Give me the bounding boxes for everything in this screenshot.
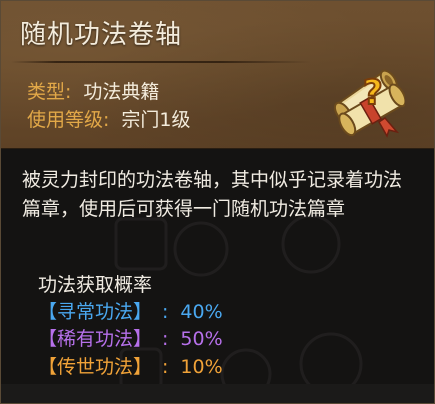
probability-row-rare: 【稀有功法】:50% bbox=[38, 324, 223, 351]
probability-label: 【传世功法】 bbox=[38, 356, 153, 378]
item-description: 被灵力封印的功法卷轴，其中似乎记录着功法篇章，使用后可获得一门随机功法篇章 bbox=[22, 169, 403, 220]
svg-text:?: ? bbox=[363, 73, 383, 113]
probability-row-common: 【寻常功法】:40% bbox=[38, 297, 223, 324]
item-level-label: 使用等级: bbox=[27, 109, 110, 131]
probability-value: 50% bbox=[180, 328, 223, 350]
item-header: 随机功法卷轴 类型: 功法典籍 使用等级: 宗门1级 ? bbox=[1, 1, 434, 149]
header-divider bbox=[11, 61, 311, 63]
probability-value: 40% bbox=[180, 301, 223, 323]
item-type-row: 类型: 功法典籍 bbox=[27, 77, 159, 104]
probability-row-legendary: 【传世功法】:10% bbox=[38, 352, 223, 379]
item-body: 被灵力封印的功法卷轴，其中似乎记录着功法篇章，使用后可获得一门随机功法篇章 功法… bbox=[1, 149, 434, 403]
probability-separator: : bbox=[162, 301, 169, 323]
probability-title: 功法获取概率 bbox=[38, 274, 153, 296]
item-type-label: 类型: bbox=[27, 81, 72, 103]
item-level-value: 宗门1级 bbox=[121, 109, 191, 131]
item-level-row: 使用等级: 宗门1级 bbox=[27, 105, 191, 132]
probability-value: 10% bbox=[180, 356, 223, 378]
probability-separator: : bbox=[162, 356, 169, 378]
item-type-value: 功法典籍 bbox=[83, 81, 160, 103]
scroll-question-icon: ? bbox=[327, 56, 407, 138]
probability-separator: : bbox=[162, 328, 169, 350]
item-title: 随机功法卷轴 bbox=[20, 20, 183, 50]
item-tooltip-panel: 随机功法卷轴 类型: 功法典籍 使用等级: 宗门1级 ? 被灵力封印的功法卷轴，… bbox=[0, 0, 435, 404]
probability-label: 【稀有功法】 bbox=[38, 328, 153, 350]
probability-label: 【寻常功法】 bbox=[38, 301, 153, 323]
